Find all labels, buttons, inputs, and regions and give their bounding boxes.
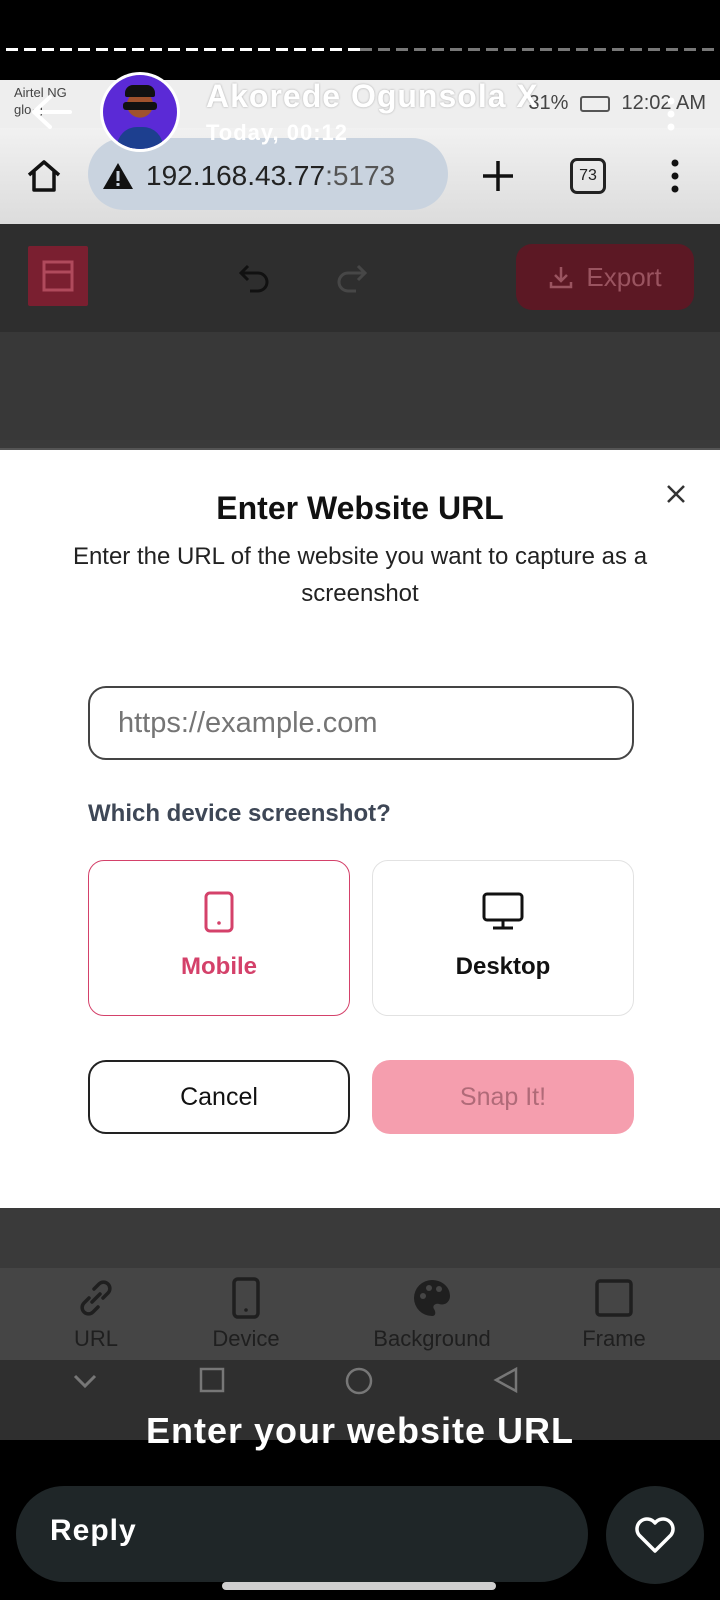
new-tab-icon[interactable] — [478, 156, 518, 196]
website-url-input[interactable] — [88, 686, 634, 760]
story-menu-icon[interactable] — [664, 96, 678, 132]
story-author: Akorede Ogunsola X — [206, 78, 539, 114]
battery-icon — [579, 95, 610, 112]
story-timestamp: Today, 00:12 — [206, 120, 349, 145]
undo-icon[interactable] — [236, 260, 272, 296]
tab-device[interactable]: Device — [156, 1276, 336, 1352]
device-option-mobile-label: Mobile — [181, 953, 257, 980]
reply-label: Reply — [50, 1514, 137, 1547]
snap-button[interactable]: Snap It! — [372, 1060, 634, 1134]
modal-subtitle: Enter the URL of the website you want to… — [72, 543, 648, 607]
url-host: 192.168.43.77 — [146, 160, 326, 191]
modal-title: Enter Website URL — [216, 490, 504, 526]
back-triangle-icon[interactable] — [492, 1366, 520, 1394]
square-icon — [595, 1279, 633, 1317]
app-toolbar: Export — [0, 224, 720, 332]
url-text: 192.168.43.77:5173 — [146, 160, 395, 192]
story-caption: Enter your website URL — [145, 1410, 575, 1451]
story-progress-segment-remaining — [360, 48, 714, 51]
story-progress-segment-current — [6, 48, 360, 51]
home-icon[interactable] — [24, 156, 64, 196]
logo-icon — [42, 260, 74, 292]
tab-switcher-button[interactable]: 73 — [570, 158, 606, 194]
tab-background-label: Background — [373, 1326, 491, 1351]
status-right-group: 31% 12:02 AM — [528, 92, 706, 115]
url-modal: Enter Website URL Enter the URL of the w… — [0, 448, 720, 1220]
palette-icon — [414, 1280, 450, 1316]
back-arrow-icon[interactable] — [30, 94, 72, 130]
home-indicator[interactable] — [222, 1582, 496, 1590]
url-port: :5173 — [325, 160, 396, 191]
browser-address-bar: 192.168.43.77:5173 73 — [0, 128, 720, 224]
app-bottom-tabs: URL Device Background Frame — [0, 1208, 720, 1378]
home-circle-icon[interactable] — [344, 1366, 374, 1396]
phone-icon — [204, 891, 234, 933]
device-option-mobile[interactable]: Mobile — [88, 860, 350, 1016]
story-progress — [6, 48, 714, 52]
warning-icon — [103, 163, 133, 189]
device-option-desktop-label: Desktop — [455, 953, 551, 980]
chevron-down-icon[interactable] — [72, 1370, 98, 1392]
link-icon — [80, 1280, 112, 1316]
tab-frame[interactable]: Frame — [524, 1276, 704, 1352]
like-button[interactable] — [606, 1486, 704, 1584]
cancel-button[interactable]: Cancel — [88, 1060, 350, 1134]
redo-icon[interactable] — [334, 260, 370, 296]
tab-background[interactable]: Background — [342, 1276, 522, 1352]
avatar[interactable] — [100, 72, 180, 152]
tab-device-label: Device — [212, 1326, 280, 1351]
tab-frame-label: Frame — [582, 1326, 646, 1351]
app-logo — [28, 246, 88, 306]
download-icon — [550, 267, 573, 289]
avatar-image — [103, 75, 177, 149]
export-button[interactable]: Export — [516, 244, 694, 310]
tab-url-label: URL — [73, 1326, 118, 1351]
recents-icon[interactable] — [198, 1366, 226, 1394]
export-label: Export — [586, 261, 662, 292]
heart-icon — [635, 1517, 675, 1553]
canvas-area — [0, 332, 720, 440]
phone-icon — [232, 1277, 260, 1319]
device-question-label: Which device screenshot? — [88, 800, 391, 827]
device-option-desktop[interactable]: Desktop — [372, 860, 634, 1016]
reply-input[interactable]: Reply — [16, 1486, 588, 1582]
monitor-icon — [482, 892, 524, 930]
browser-menu-icon[interactable] — [660, 158, 690, 194]
